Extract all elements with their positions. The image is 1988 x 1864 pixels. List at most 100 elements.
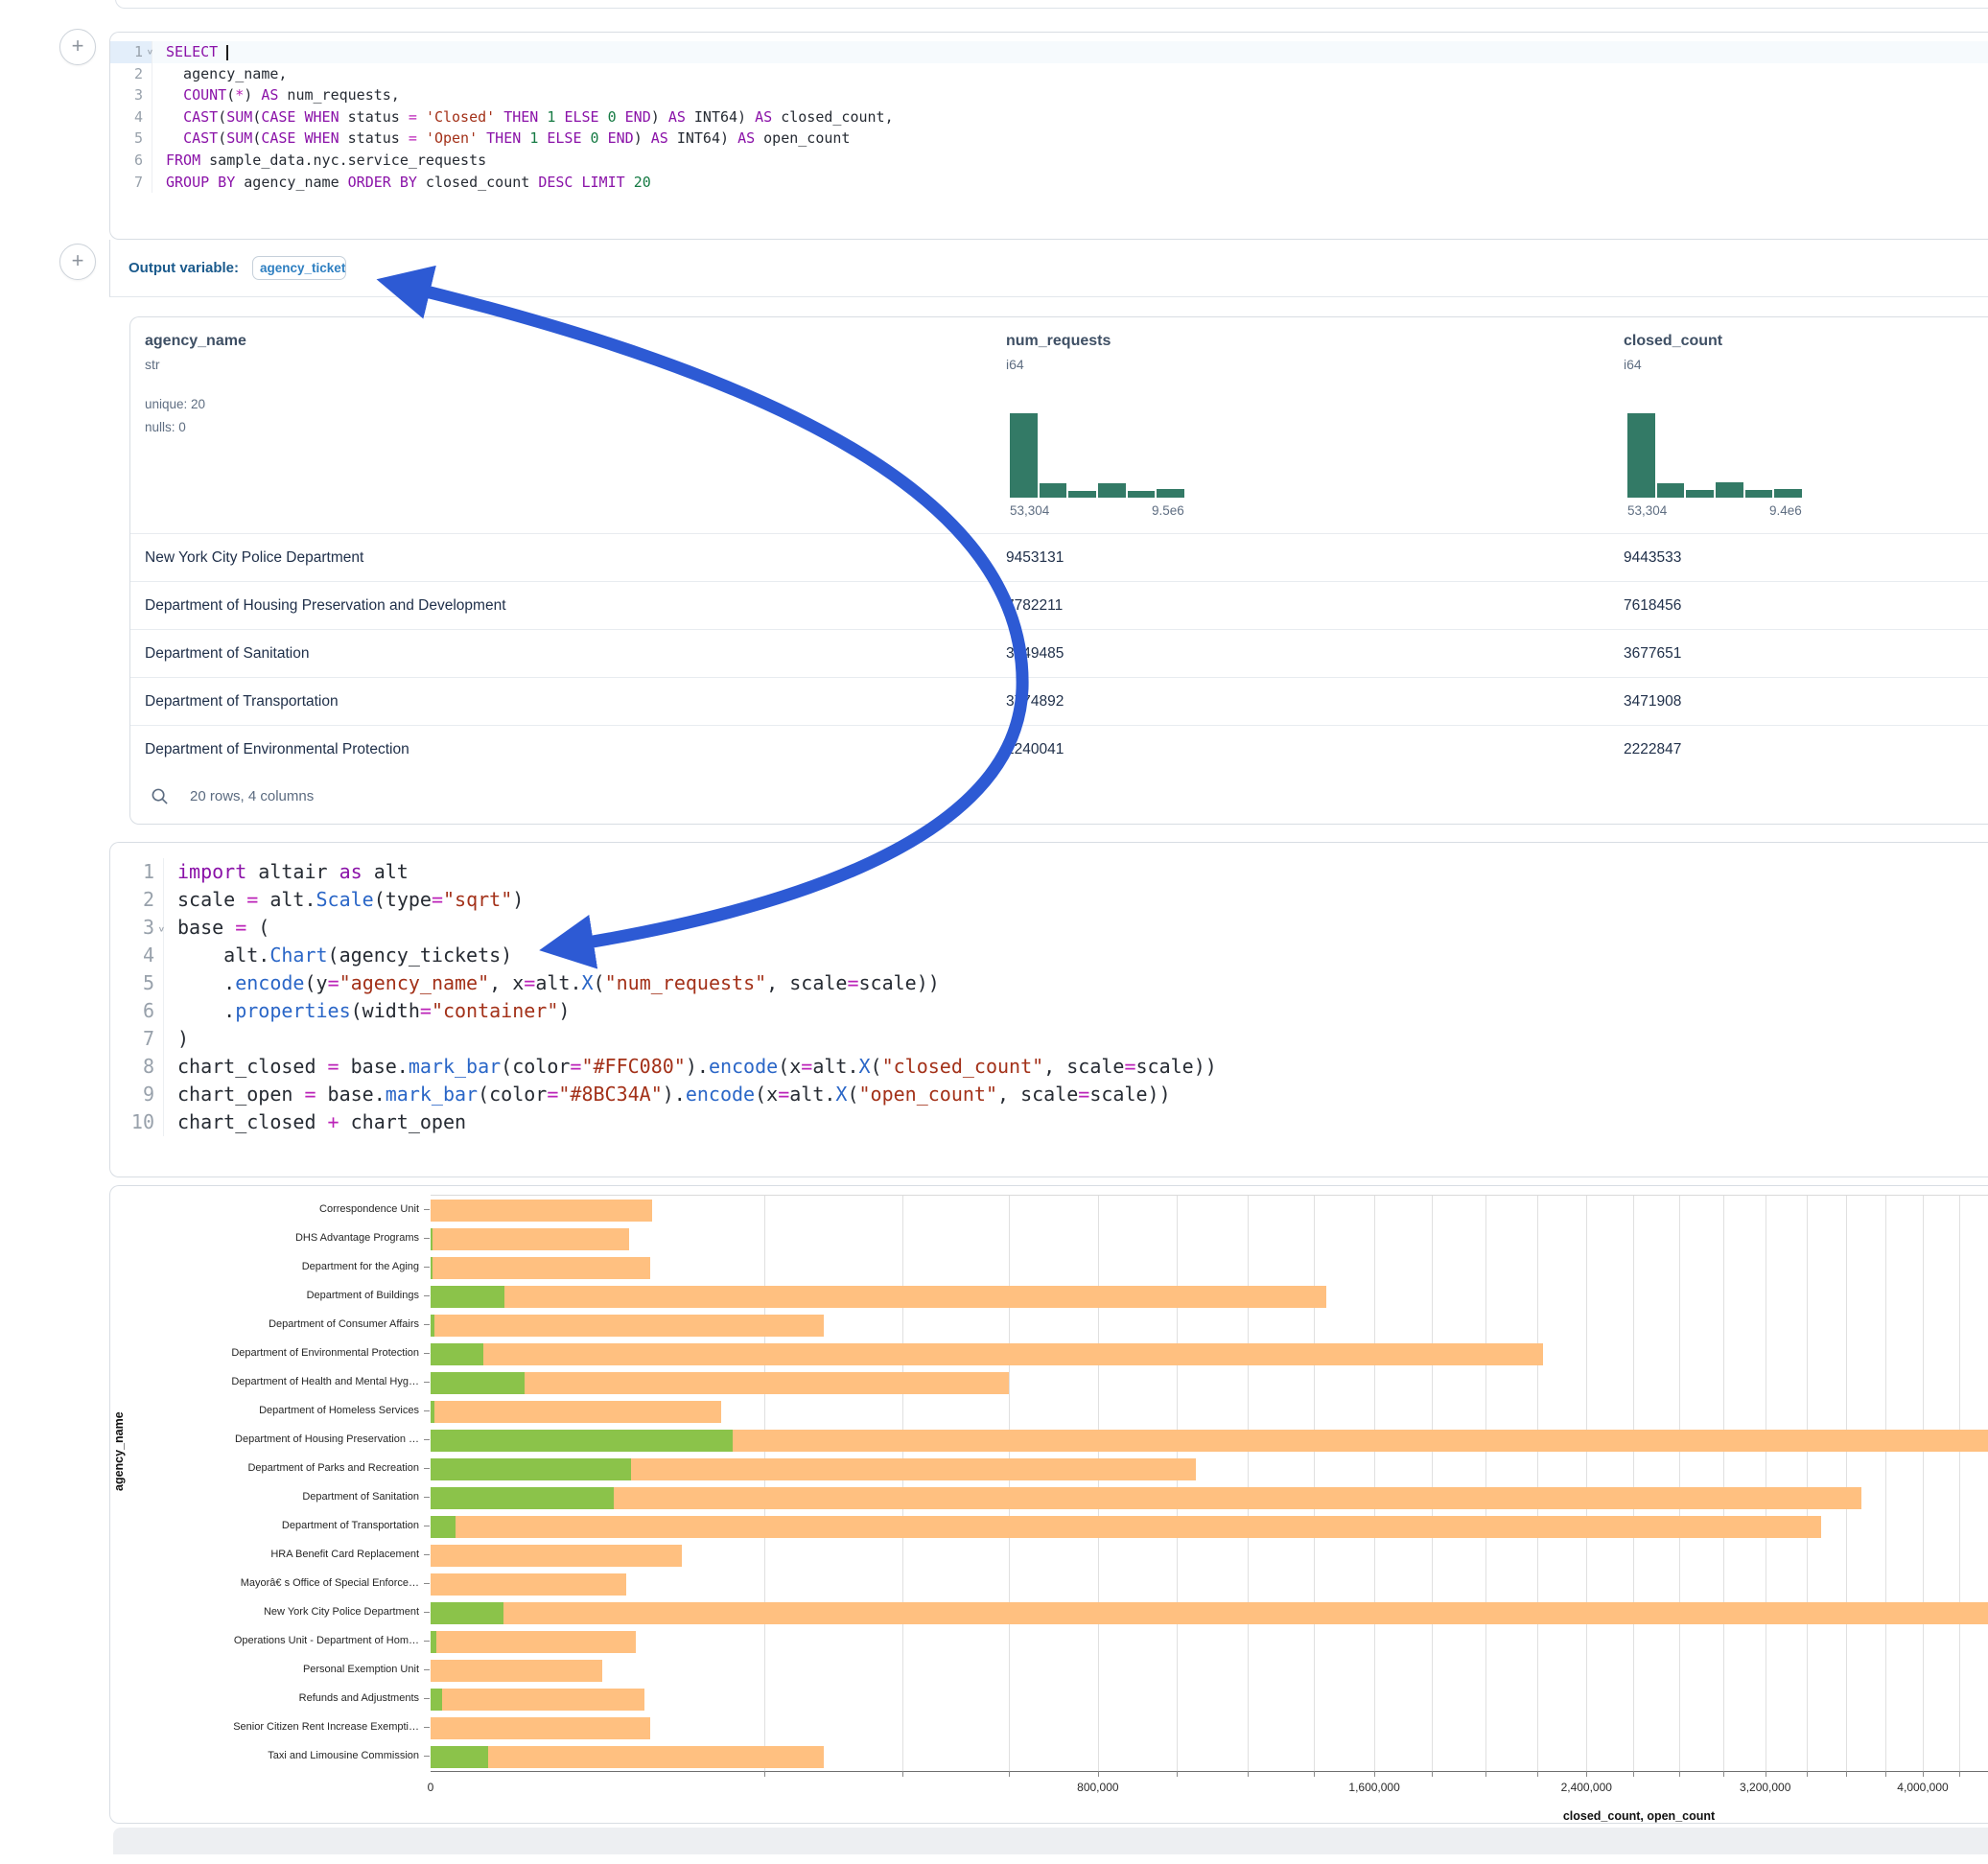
x-axis-tick (1885, 1771, 1886, 1777)
table-cell: 7618456 (1624, 597, 1988, 615)
x-tick-label: 4,000,000 (1897, 1781, 1948, 1794)
add-cell-button[interactable]: + (59, 29, 96, 65)
x-tick-label: 2,400,000 (1561, 1781, 1612, 1794)
bar-open-count (431, 1516, 456, 1538)
y-axis-tick (424, 1698, 430, 1699)
x-axis-tick (1177, 1771, 1178, 1777)
code-line[interactable]: 5 .encode(y="agency_name", x=alt.X("num_… (110, 969, 1988, 997)
dataframe-preview: agency_namestrunique: 20nulls: 0 num_requ… (129, 316, 1988, 825)
next-cell-collapsed-edge[interactable] (113, 1828, 1988, 1854)
gridline (1432, 1196, 1433, 1771)
y-axis-label: DHS Advantage Programs (110, 1223, 419, 1252)
code-line[interactable]: 3∨base = ( (110, 914, 1988, 942)
table-cell: 2222847 (1624, 741, 1988, 758)
column-histogram (1010, 413, 1184, 498)
code-line[interactable]: 1import altair as alt (110, 858, 1988, 886)
code-line[interactable]: 8chart_closed = base.mark_bar(color="#FF… (110, 1053, 1988, 1081)
x-tick-label: 1,600,000 (1348, 1781, 1399, 1794)
y-axis-tick (424, 1612, 430, 1613)
bar-closed-count (431, 1545, 682, 1567)
y-axis-label: Department of Buildings (110, 1281, 419, 1310)
previous-cell-edge (115, 0, 1988, 9)
bar-open-count (431, 1631, 436, 1653)
column-header[interactable]: num_requestsi64 (1006, 333, 1111, 372)
gridline (902, 1196, 903, 1771)
table-row[interactable]: New York City Police Department945313194… (130, 533, 1988, 581)
python-code-cell[interactable]: 1import altair as alt2scale = alt.Scale(… (109, 842, 1988, 1177)
code-line[interactable]: 1∨SELECT (110, 41, 1988, 63)
table-row[interactable]: Department of Housing Preservation and D… (130, 581, 1988, 629)
bar-closed-count (431, 1631, 636, 1653)
bar-open-count (431, 1430, 733, 1452)
sql-code-cell[interactable]: 1∨SELECT 2 agency_name,3 COUNT(*) AS num… (109, 32, 1988, 240)
x-tick-label: 3,200,000 (1740, 1781, 1790, 1794)
chart-output: agency_name Correspondence UnitDHS Advan… (109, 1185, 1988, 1824)
code-line[interactable]: 6 .properties(width="container") (110, 997, 1988, 1025)
bar-closed-count (431, 1602, 1988, 1624)
bar-closed-count (431, 1228, 629, 1250)
table-cell: 9443533 (1624, 549, 1988, 567)
code-line[interactable]: 7) (110, 1025, 1988, 1053)
code-line[interactable]: 9chart_open = base.mark_bar(color="#8BC3… (110, 1081, 1988, 1108)
y-axis-label: Personal Exemption Unit (110, 1655, 419, 1684)
x-axis-tick (1846, 1771, 1847, 1777)
y-axis-label: Department of Sanitation (110, 1482, 419, 1511)
bar-open-count (431, 1746, 488, 1768)
output-variable-label: Output variable: (129, 260, 239, 276)
y-axis-label: Department of Consumer Affairs (110, 1310, 419, 1339)
y-axis-tick (424, 1554, 430, 1555)
chevron-down-icon[interactable]: ∨ (147, 42, 153, 64)
table-row[interactable]: Department of Transportation377489234719… (130, 677, 1988, 725)
table-cell: New York City Police Department (145, 549, 1006, 567)
table-cell: 3471908 (1624, 693, 1988, 711)
y-axis-tick (424, 1497, 430, 1498)
y-axis-label: Correspondence Unit (110, 1195, 419, 1223)
bar-open-count (431, 1257, 433, 1279)
output-variable-chip[interactable]: agency_tickets (252, 256, 346, 280)
code-line[interactable]: 4 alt.Chart(agency_tickets) (110, 942, 1988, 969)
code-line[interactable]: 10chart_closed + chart_open (110, 1108, 1988, 1136)
column-histogram (1627, 413, 1802, 498)
column-header[interactable]: agency_namestrunique: 20nulls: 0 (145, 333, 246, 439)
x-axis-tick (1723, 1771, 1724, 1777)
table-row[interactable]: Department of Sanitation37494853677651 (130, 629, 1988, 677)
code-line[interactable]: 6FROM sample_data.nyc.service_requests (110, 150, 1988, 172)
code-line[interactable]: 4 CAST(SUM(CASE WHEN status = 'Closed' T… (110, 106, 1988, 128)
y-axis-label: Department of Homeless Services (110, 1396, 419, 1425)
chevron-down-icon[interactable]: ∨ (158, 915, 165, 943)
y-axis-label: HRA Benefit Card Replacement (110, 1540, 419, 1569)
column-stats: unique: 20nulls: 0 (145, 393, 246, 439)
y-axis-label: Refunds and Adjustments (110, 1684, 419, 1713)
code-line[interactable]: 7GROUP BY agency_name ORDER BY closed_co… (110, 172, 1988, 194)
x-axis-tick (1679, 1771, 1680, 1777)
y-axis-tick (424, 1410, 430, 1411)
table-cell: Department of Transportation (145, 693, 1006, 711)
bar-open-count (431, 1315, 434, 1337)
x-axis-tick (1807, 1771, 1808, 1777)
output-variable-row: Output variable: agency_tickets (109, 240, 1988, 297)
bar-closed-count (431, 1689, 644, 1711)
y-axis-tick (424, 1267, 430, 1268)
column-header[interactable]: closed_counti64 (1624, 333, 1722, 372)
table-cell: 9453131 (1006, 549, 1624, 567)
search-icon[interactable] (151, 787, 169, 805)
bar-closed-count (431, 1717, 650, 1739)
code-line[interactable]: 5 CAST(SUM(CASE WHEN status = 'Open' THE… (110, 128, 1988, 150)
y-axis-label: Senior Citizen Rent Increase Exempti… (110, 1713, 419, 1741)
y-axis-tick (424, 1583, 430, 1584)
y-axis-label: Department of Health and Mental Hyg… (110, 1367, 419, 1396)
y-axis-tick (424, 1353, 430, 1354)
table-row[interactable]: Department of Environmental Protection22… (130, 725, 1988, 773)
y-axis-tick (424, 1669, 430, 1670)
code-line[interactable]: 2scale = alt.Scale(type="sqrt") (110, 886, 1988, 914)
x-axis-tick (1314, 1771, 1315, 1777)
y-axis-label: Department for the Aging (110, 1252, 419, 1281)
bar-closed-count (431, 1401, 721, 1423)
y-axis-label: Department of Environmental Protection (110, 1339, 419, 1367)
chart-plot-area: closed_count, open_count 0800,0001,600,0… (431, 1195, 1988, 1772)
gridline (1537, 1196, 1538, 1771)
code-line[interactable]: 3 COUNT(*) AS num_requests, (110, 84, 1988, 106)
y-axis-tick (424, 1439, 430, 1440)
code-line[interactable]: 2 agency_name, (110, 63, 1988, 85)
add-cell-button-2[interactable]: + (59, 244, 96, 280)
